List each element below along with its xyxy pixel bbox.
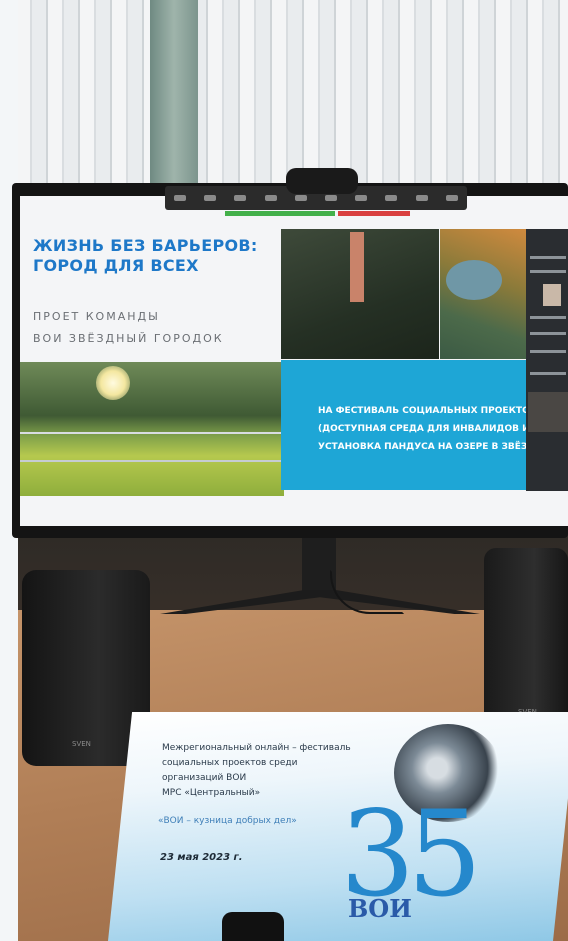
park-ramp-photo — [20, 362, 284, 496]
toolbar-button-icon — [204, 195, 217, 201]
right-speaker — [484, 548, 568, 724]
toolbar-button-icon — [355, 195, 368, 201]
slide-subtitle-line2: ВОИ ЗВЁЗДНЫЙ ГОРОДОК — [33, 332, 224, 345]
participant-row — [530, 256, 566, 259]
poster-heading: Межрегиональный онлайн – фестиваль социа… — [162, 741, 352, 801]
video-call-participants-panel — [526, 229, 568, 491]
slide-subtitle: ПРОЕТ КОМАНДЫ ВОИ ЗВЁЗДНЫЙ ГОРОДОК — [33, 306, 273, 350]
slide-title-line1: ЖИЗНЬ БЕЗ БАРЬЕРОВ: — [33, 236, 258, 255]
poster-date: 23 мая 2023 г. — [160, 852, 243, 863]
pier — [350, 232, 364, 302]
participant-row — [530, 316, 566, 319]
toolbar-button-icon — [445, 195, 458, 201]
toolbar-button-icon — [385, 195, 398, 201]
slide-box-line2: (ДОСТУПНАЯ СРЕДА ДЛЯ ИНВАЛИДОВ И М — [318, 424, 542, 434]
slide-subtitle-line1: ПРОЕТ КОМАНДЫ — [33, 310, 160, 323]
toolbar-button-icon — [325, 195, 338, 201]
webcam — [286, 168, 358, 194]
screen-share-indicator — [225, 211, 335, 216]
ramp-railing — [20, 432, 284, 462]
poster-slogan: «ВОИ – кузница добрых дел» — [158, 816, 297, 826]
participant-avatar — [543, 284, 561, 306]
stop-share-indicator — [338, 211, 410, 216]
poster-line2: социальных проектов среди организаций ВО… — [162, 758, 298, 783]
participant-row — [530, 270, 566, 273]
green-wall-panel — [150, 0, 198, 200]
slide-title-line2: ГОРОД ДЛЯ ВСЕХ — [33, 256, 199, 275]
window-blinds — [0, 0, 568, 200]
lake — [446, 260, 502, 300]
toolbar-button-icon — [174, 195, 187, 201]
participant-row — [530, 332, 566, 335]
voi-logo: ВОИ — [348, 894, 412, 923]
participant-video — [528, 392, 568, 432]
participant-row — [530, 372, 566, 375]
toolbar-button-icon — [264, 195, 277, 201]
slide-box-line1: НА ФЕСТИВАЛЬ СОЦИАЛЬНЫХ ПРОЕКТОВ — [318, 406, 537, 416]
slide-box-line3: УСТАНОВКА ПАНДУСА НА ОЗЕРЕ В ЗВЁЗД — [318, 442, 536, 452]
slide-title: ЖИЗНЬ БЕЗ БАРЬЕРОВ: ГОРОД ДЛЯ ВСЕХ — [33, 236, 273, 276]
left-speaker-label: SVEN — [72, 740, 91, 748]
toolbar-button-icon — [234, 195, 247, 201]
photo-scene: ЖИЗНЬ БЕЗ БАРЬЕРОВ: ГОРОД ДЛЯ ВСЕХ ПРОЕТ… — [0, 0, 568, 941]
toolbar-button-icon — [294, 195, 307, 201]
toolbar-button-icon — [415, 195, 428, 201]
participant-row — [530, 350, 566, 353]
sun-glare — [96, 366, 130, 400]
poster-line3: МРС «Центральный» — [162, 788, 261, 798]
slide-box-text: НА ФЕСТИВАЛЬ СОЦИАЛЬНЫХ ПРОЕКТОВ (ДОСТУП… — [318, 402, 548, 456]
poster-line1: Межрегиональный онлайн – фестиваль — [162, 743, 351, 753]
remote-control — [222, 912, 284, 941]
